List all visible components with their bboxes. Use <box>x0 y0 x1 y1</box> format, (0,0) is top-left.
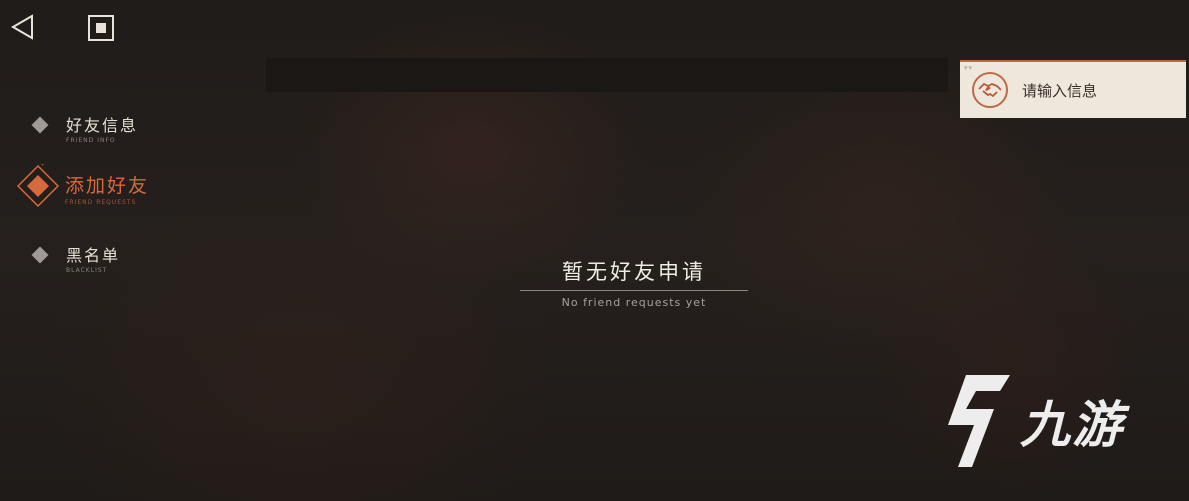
watermark-text: 九游 <box>1020 395 1124 454</box>
sidebar-item-sublabel: BLACKLIST <box>66 267 108 274</box>
empty-state: 暂无好友申请 No friend requests yet <box>520 256 748 309</box>
stop-square-icon <box>88 15 114 41</box>
sidebar-item-label: 添加好友 <box>65 175 150 197</box>
handshake-icon <box>972 72 1008 108</box>
divider <box>520 290 748 291</box>
sidebar-item-sublabel: FRIEND INFO <box>66 137 116 144</box>
sidebar-item-label: 好友信息 <box>66 116 139 135</box>
back-triangle-icon <box>11 14 33 40</box>
empty-state-title: 暂无好友申请 <box>562 260 706 284</box>
home-button[interactable] <box>86 13 116 43</box>
search-input-placeholder[interactable]: 请输入信息 <box>1022 80 1097 101</box>
active-diamond-icon <box>16 164 60 208</box>
sidebar-item-sublabel: FRIEND REQUESTS <box>65 199 137 206</box>
search-input-panel[interactable]: ▾▾ 请输入信息 <box>960 60 1186 118</box>
watermark: 九游 <box>936 368 1156 473</box>
empty-state-subtitle: No friend requests yet <box>561 296 707 309</box>
panel-decoration: ▾▾ <box>964 64 974 72</box>
sidebar-item-label: 黑名单 <box>66 246 121 265</box>
back-button[interactable] <box>8 12 38 42</box>
jiuyou-logo-icon <box>948 374 1010 467</box>
top-bar <box>266 58 948 92</box>
